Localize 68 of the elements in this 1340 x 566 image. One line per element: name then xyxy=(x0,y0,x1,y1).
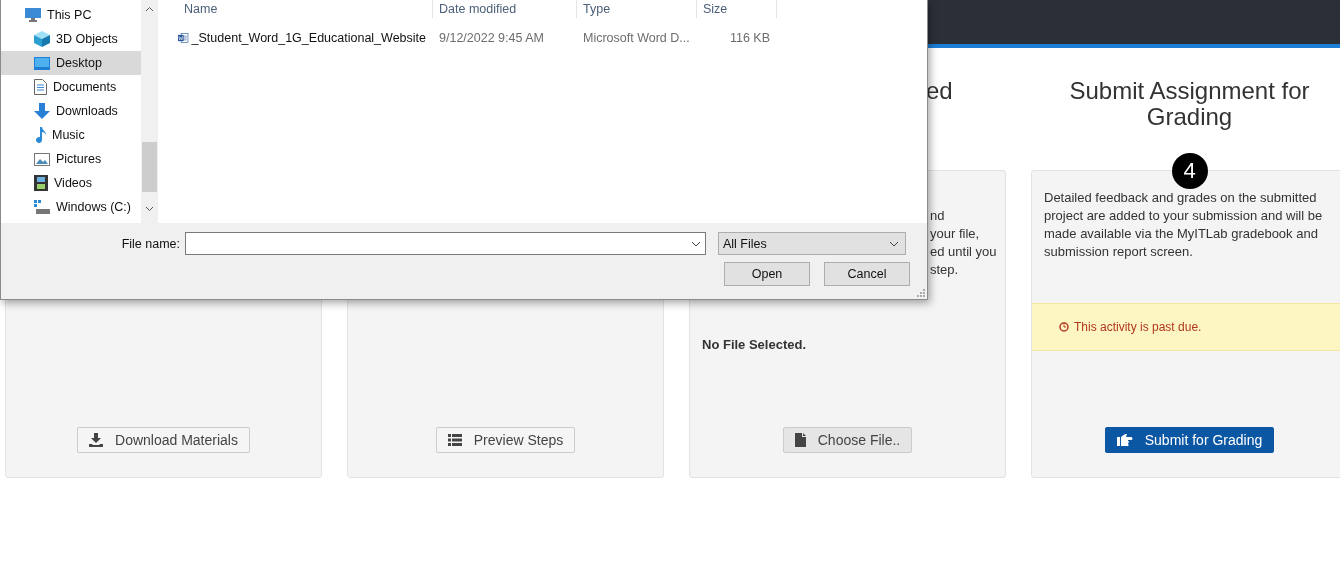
file-type-select[interactable]: All Files xyxy=(718,232,906,255)
nav-item[interactable]: Desktop xyxy=(1,51,141,75)
column-header[interactable]: Type xyxy=(577,0,697,18)
action-button[interactable]: Preview Steps xyxy=(435,427,576,453)
resize-grip-icon[interactable] xyxy=(917,289,925,297)
card-text: nd xyxy=(930,207,946,225)
desktop-icon xyxy=(34,56,50,70)
nav-item[interactable]: Videos xyxy=(1,171,141,195)
nav-label: Desktop xyxy=(56,56,102,70)
nav-item[interactable]: Music xyxy=(1,123,141,147)
nav-label: Pictures xyxy=(56,152,102,166)
dialog-button[interactable]: Cancel xyxy=(824,262,910,286)
nav-label: Windows (C:) xyxy=(56,200,131,214)
file-name-label: File name: xyxy=(120,236,181,251)
clock-icon xyxy=(1059,322,1069,332)
picture-icon xyxy=(34,152,50,166)
scrollbar[interactable] xyxy=(141,0,158,223)
dialog-button[interactable]: Open xyxy=(724,262,810,286)
alert-text: This activity is past due. xyxy=(1074,320,1202,334)
download-icon xyxy=(89,433,103,447)
nav-item[interactable]: Documents xyxy=(1,75,141,99)
nav-item[interactable]: Pictures xyxy=(1,147,141,171)
scrollbar-thumb[interactable] xyxy=(142,142,157,192)
card-text: Detailed feedback and grades on the submitted project are added to your submission and will be made available via the MyITLab gradebook and submission report screen. xyxy=(1044,189,1324,261)
nav-label: Videos xyxy=(54,176,92,190)
nav-item[interactable]: This PC xyxy=(1,3,141,27)
chevron-down-icon xyxy=(691,240,701,247)
music-note-icon xyxy=(34,127,46,143)
film-icon xyxy=(34,175,48,191)
list-icon xyxy=(447,434,462,446)
file-type-value: All Files xyxy=(723,236,767,251)
column-header[interactable]: Size xyxy=(697,0,777,18)
column-heading: ed xyxy=(926,78,954,104)
step-number: 4 xyxy=(1171,153,1208,189)
card-text: step. xyxy=(930,261,960,279)
file-name: _Student_Word_1G_Educational_Website xyxy=(191,31,427,45)
file-status: No File Selected. xyxy=(702,337,808,352)
nav-item[interactable]: Downloads xyxy=(1,99,141,123)
file-date: 9/12/2022 9:45 AM xyxy=(438,31,545,45)
file-icon xyxy=(794,433,806,447)
nav-label: Music xyxy=(52,128,85,142)
nav-label: 3D Objects xyxy=(56,32,118,46)
column-header[interactable]: Name xyxy=(178,0,433,18)
file-size: 116 KB xyxy=(728,31,771,45)
scroll-up-icon xyxy=(145,6,154,12)
nav-item[interactable]: 3D Objects xyxy=(1,27,141,51)
cube-icon xyxy=(34,31,50,47)
column-header[interactable]: Date modified xyxy=(433,0,577,18)
file-row[interactable]: _Student_Word_1G_Educational_Website 9/12/2022 9:45 AM Microsoft Word D... 116 KB xyxy=(178,28,927,48)
drive-icon xyxy=(34,200,50,214)
scroll-down-icon xyxy=(145,206,154,212)
card-text: your file, xyxy=(930,225,981,243)
nav-label: Documents xyxy=(53,80,117,94)
column-heading: Submit Assignment for Grading xyxy=(1068,78,1311,130)
nav-label: Downloads xyxy=(56,104,118,118)
nav-label: This PC xyxy=(47,8,92,22)
monitor-icon xyxy=(25,8,41,22)
action-button[interactable]: Download Materials xyxy=(77,427,250,453)
word-document-icon xyxy=(178,30,189,46)
file-type: Microsoft Word D... xyxy=(582,31,691,45)
nav-item[interactable]: Windows (C:) xyxy=(1,195,141,219)
down-arrow-icon xyxy=(34,103,50,119)
chevron-down-icon xyxy=(889,240,899,247)
action-button[interactable]: Choose File.. xyxy=(782,427,913,453)
action-button[interactable]: Submit for Grading xyxy=(1104,427,1275,453)
file-name-field[interactable] xyxy=(185,232,706,255)
document-icon xyxy=(34,79,47,95)
hand-pointing-icon xyxy=(1116,433,1133,447)
